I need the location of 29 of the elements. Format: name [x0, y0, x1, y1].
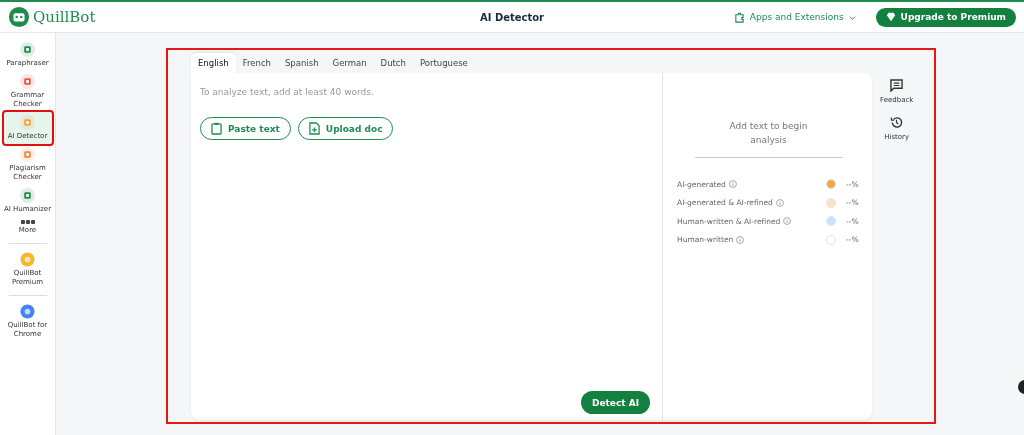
- apps-menu[interactable]: Apps and Extensions: [727, 10, 862, 24]
- empty-message: Add text to begin analysis: [728, 120, 809, 147]
- caret-icon: [848, 13, 856, 21]
- info-icon[interactable]: [783, 217, 792, 226]
- dots-icon: [20, 220, 35, 224]
- tool-icon: [20, 74, 35, 89]
- paste-button[interactable]: Paste text: [200, 117, 291, 140]
- info-icon[interactable]: [728, 180, 737, 189]
- tool-icon: [20, 147, 35, 162]
- info-icon[interactable]: [736, 235, 745, 244]
- detect-button[interactable]: Detect AI: [580, 391, 650, 414]
- logo-text[interactable]: QuillBot: [33, 8, 96, 26]
- circle-icon: [20, 252, 35, 267]
- tool-icon: [20, 42, 35, 57]
- upload-button[interactable]: Upload doc: [297, 117, 394, 140]
- upgrade-button[interactable]: Upgrade to Premium: [875, 7, 1016, 27]
- tool-icon: [20, 115, 35, 130]
- file-plus-icon: [308, 122, 320, 135]
- page-title: AI Detector: [479, 11, 545, 23]
- puzzle-icon: [733, 11, 745, 23]
- robot-logo-icon: [8, 6, 30, 28]
- history-icon: [890, 116, 904, 129]
- diamond-icon: [885, 12, 896, 22]
- info-icon[interactable]: [775, 198, 784, 207]
- clipboard-icon: [211, 122, 222, 135]
- language-tab[interactable]: English: [191, 53, 236, 73]
- tool-icon: [20, 188, 35, 203]
- circle-icon: [20, 304, 35, 319]
- comment-icon: [890, 79, 904, 92]
